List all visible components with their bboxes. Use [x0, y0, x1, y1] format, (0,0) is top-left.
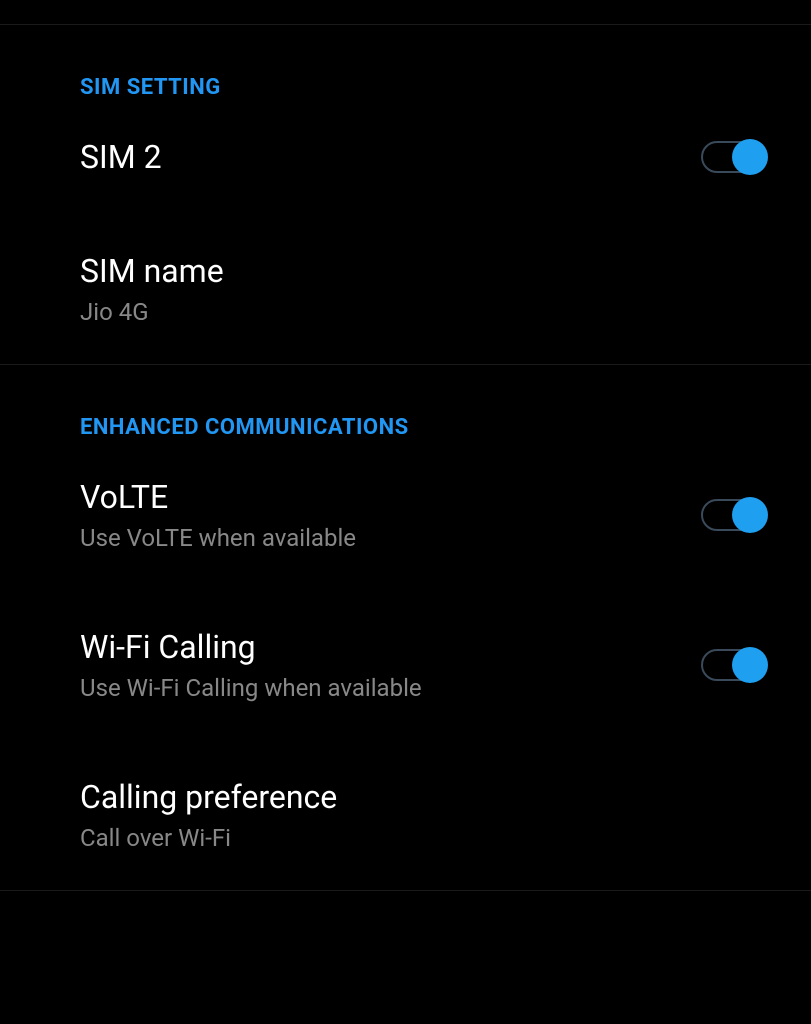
row-calling-preference[interactable]: Calling preference Call over Wi-Fi — [0, 740, 811, 890]
toggle-wifi-calling[interactable] — [701, 649, 765, 681]
row-volte-subtitle: Use VoLTE when available — [80, 524, 356, 552]
row-sim-name[interactable]: SIM name Jio 4G — [0, 214, 811, 364]
section-header-enhanced: ENHANCED COMMUNICATIONS — [0, 365, 811, 440]
row-wifi-calling-title: Wi-Fi Calling — [80, 628, 422, 666]
row-sim2-title: SIM 2 — [80, 138, 162, 176]
toggle-knob-icon — [732, 647, 768, 683]
section-header-sim: SIM SETTING — [0, 25, 811, 100]
toggle-knob-icon — [732, 497, 768, 533]
section-enhanced-comms: ENHANCED COMMUNICATIONS VoLTE Use VoLTE … — [0, 365, 811, 890]
toggle-sim2[interactable] — [701, 141, 765, 173]
toggle-volte[interactable] — [701, 499, 765, 531]
divider — [0, 890, 811, 891]
row-sim2[interactable]: SIM 2 — [0, 100, 811, 214]
row-calling-pref-title: Calling preference — [80, 778, 337, 816]
row-wifi-calling[interactable]: Wi-Fi Calling Use Wi-Fi Calling when ava… — [0, 590, 811, 740]
toggle-knob-icon — [732, 139, 768, 175]
row-volte-title: VoLTE — [80, 478, 356, 516]
row-sim-name-subtitle: Jio 4G — [80, 298, 224, 326]
row-sim-name-title: SIM name — [80, 252, 224, 290]
row-volte[interactable]: VoLTE Use VoLTE when available — [0, 440, 811, 590]
section-sim-setting: SIM SETTING SIM 2 SIM name Jio 4G — [0, 25, 811, 364]
row-calling-pref-subtitle: Call over Wi-Fi — [80, 824, 337, 852]
row-wifi-calling-subtitle: Use Wi-Fi Calling when available — [80, 674, 422, 702]
